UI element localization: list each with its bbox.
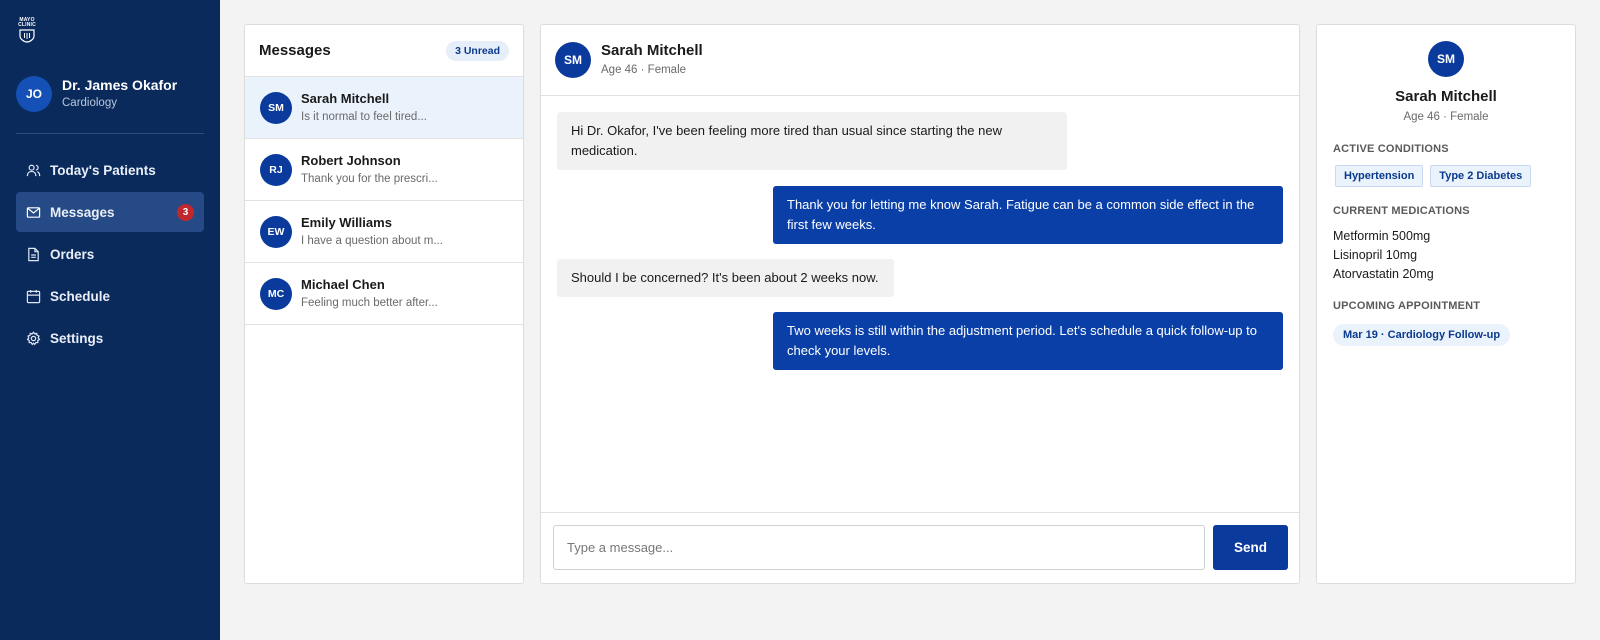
appointment-badge[interactable]: Mar 19 · Cardiology Follow-up: [1333, 324, 1511, 346]
users-icon: [26, 164, 41, 176]
message-incoming: Should I be concerned? It's been about 2…: [557, 259, 894, 297]
send-button[interactable]: Send: [1213, 525, 1288, 570]
condition-chip-hypertension: Hypertension: [1335, 165, 1424, 187]
sidebar: MAYO CLINIC JO Dr. James Okafor Cardiolo…: [0, 0, 220, 640]
sidebar-item-label: Orders: [50, 246, 95, 262]
sidebar-item-label: Messages: [50, 204, 115, 220]
appointment-title: Upcoming Appointment: [1333, 300, 1481, 312]
patient-info-panel: SM Sarah Mitchell Age 46 · Female Active…: [1316, 24, 1576, 584]
conversation-preview: Is it normal to feel tired...: [301, 110, 427, 123]
conversation-preview: Thank you for the prescri...: [301, 172, 438, 185]
user-department: Cardiology: [62, 97, 117, 109]
conversation-name: Michael Chen: [301, 276, 385, 292]
sidebar-item-orders[interactable]: Orders: [16, 234, 204, 274]
gear-icon: [26, 330, 41, 345]
patient-subtitle: Age 46 · Female: [1403, 111, 1489, 123]
logo-text-line2: CLINIC: [18, 22, 36, 28]
conversation-name: Sarah Mitchell: [301, 90, 390, 106]
unread-count-badge: 3: [177, 204, 194, 221]
conversation-name: Emily Williams: [301, 214, 392, 230]
sidebar-nav: Today's Patients Messages 3 Orders Sched…: [16, 150, 204, 360]
avatar: JO: [16, 76, 52, 112]
chat-patient-name: Sarah Mitchell: [601, 42, 703, 59]
sidebar-item-label: Settings: [50, 330, 104, 346]
avatar: EW: [260, 215, 292, 248]
medication-item: Metformin 500mg: [1333, 229, 1431, 243]
message-outgoing: Thank you for letting me know Sarah. Fat…: [773, 186, 1283, 244]
message-input[interactable]: [553, 525, 1205, 570]
avatar: SM: [555, 42, 591, 78]
chat-header: SM Sarah Mitchell Age 46 · Female: [541, 25, 1299, 96]
conversation-item-michael-chen[interactable]: MC Michael Chen Feeling much better afte…: [245, 263, 523, 325]
mail-icon: [26, 206, 41, 218]
message-incoming: Hi Dr. Okafor, I've been feeling more ti…: [557, 112, 1067, 170]
user-name: Dr. James Okafor: [62, 77, 178, 93]
avatar: MC: [260, 277, 292, 310]
sidebar-item-todays-patients[interactable]: Today's Patients: [16, 150, 204, 190]
sidebar-divider: [16, 133, 204, 134]
chat-patient-subtitle: Age 46 · Female: [601, 64, 687, 76]
condition-chip-type-2-diabetes: Type 2 Diabetes: [1430, 165, 1532, 187]
chat-panel: SM Sarah Mitchell Age 46 · Female Hi Dr.…: [540, 24, 1300, 584]
conversation-name: Robert Johnson: [301, 152, 401, 168]
medication-item: Lisinopril 10mg: [1333, 248, 1418, 262]
conversation-preview: Feeling much better after...: [301, 296, 438, 309]
conversation-item-robert-johnson[interactable]: RJ Robert Johnson Thank you for the pres…: [245, 139, 523, 201]
conversation-item-emily-williams[interactable]: EW Emily Williams I have a question abou…: [245, 201, 523, 263]
sidebar-item-messages[interactable]: Messages 3: [16, 192, 204, 232]
message-outgoing: Two weeks is still within the adjustment…: [773, 312, 1283, 370]
user-profile[interactable]: JO Dr. James Okafor Cardiology: [16, 76, 177, 112]
medication-item: Atorvastatin 20mg: [1333, 267, 1434, 281]
shield-icon: [19, 29, 35, 43]
sidebar-item-schedule[interactable]: Schedule: [16, 276, 204, 316]
document-icon: [28, 247, 39, 261]
conditions-title: Active Conditions: [1333, 143, 1449, 155]
conversation-item-sarah-mitchell[interactable]: SM Sarah Mitchell Is it normal to feel t…: [245, 77, 523, 139]
avatar: RJ: [260, 153, 292, 186]
calendar-icon: [26, 289, 41, 303]
messages-list-title: Messages: [259, 42, 331, 59]
avatar: SM: [1428, 41, 1464, 77]
mayo-clinic-logo[interactable]: MAYO CLINIC: [16, 18, 38, 46]
sidebar-item-settings[interactable]: Settings: [16, 318, 204, 358]
sidebar-item-label: Today's Patients: [50, 162, 156, 178]
messages-list-header: Messages 3 Unread: [245, 25, 523, 77]
medications-title: Current Medications: [1333, 205, 1470, 217]
unread-badge: 3 Unread: [446, 40, 509, 61]
messages-list-panel: Messages 3 Unread SM Sarah Mitchell Is i…: [244, 24, 524, 584]
conversation-preview: I have a question about m...: [301, 234, 443, 247]
message-composer: Send: [541, 512, 1299, 583]
sidebar-item-label: Schedule: [50, 288, 111, 304]
avatar: SM: [260, 91, 292, 124]
patient-name: Sarah Mitchell: [1395, 88, 1497, 105]
